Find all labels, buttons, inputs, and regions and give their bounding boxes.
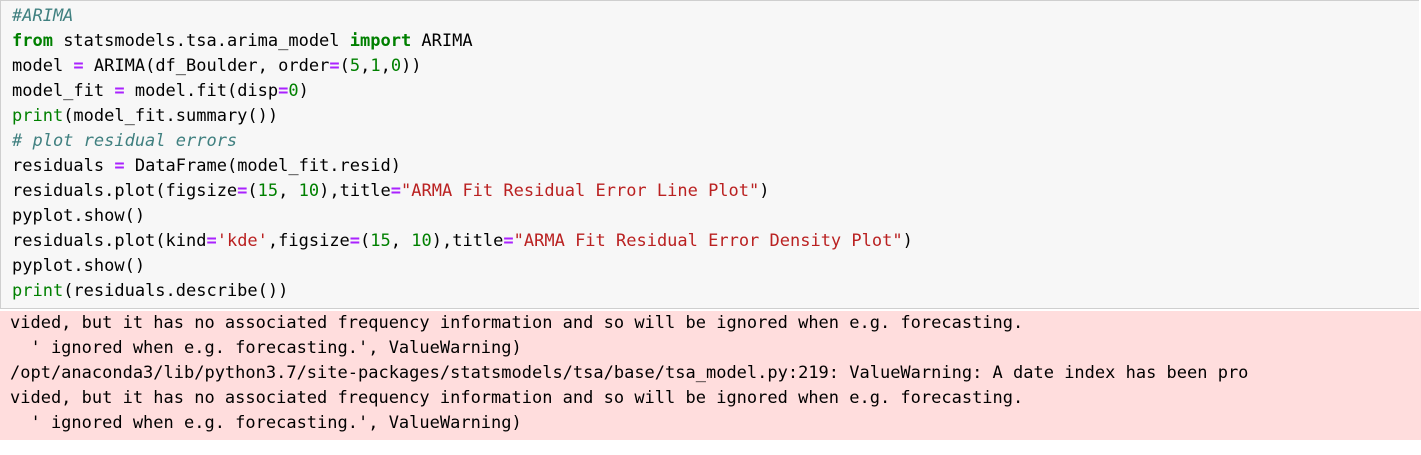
code-line: residuals.plot(kind='kde',figsize=(15, 1… bbox=[12, 229, 913, 254]
code-token: residuals.plot(kind bbox=[12, 231, 207, 251]
code-line: residuals.plot(figsize=(15, 10),title="A… bbox=[12, 179, 770, 204]
code-token: ),title bbox=[431, 231, 504, 251]
code-token: , bbox=[278, 181, 299, 201]
code-line: model_fit = model.fit(disp=0) bbox=[12, 79, 309, 104]
code-token: (model_fit.summary()) bbox=[63, 106, 279, 126]
code-token: ( bbox=[339, 56, 350, 76]
code-token: )) bbox=[401, 56, 422, 76]
code-line: model = ARIMA(df_Boulder, order=(5,1,0)) bbox=[12, 54, 422, 79]
notebook: #ARIMA from statsmodels.tsa.arima_model i… bbox=[0, 0, 1421, 455]
code-line: print(residuals.describe()) bbox=[12, 279, 288, 304]
code-token: 0 bbox=[288, 81, 299, 101]
code-token: import bbox=[349, 31, 412, 51]
code-token: ) bbox=[759, 181, 770, 201]
code-token: from bbox=[12, 31, 53, 51]
code-token: = bbox=[349, 231, 361, 251]
code-token: ),title bbox=[319, 181, 391, 201]
code-token: 15 bbox=[257, 181, 279, 201]
code-token: = bbox=[390, 181, 402, 201]
code-token: = bbox=[73, 56, 84, 76]
code-token: = bbox=[503, 231, 514, 251]
code-token: pyplot.show() bbox=[12, 206, 146, 226]
code-token: ( bbox=[360, 231, 371, 251]
code-token: = bbox=[329, 56, 340, 76]
code-token: pyplot.show() bbox=[12, 256, 146, 276]
code-token: ) bbox=[902, 231, 913, 251]
code-token: print bbox=[12, 281, 64, 301]
code-token: (residuals.describe()) bbox=[63, 281, 289, 301]
code-token: print bbox=[12, 106, 64, 126]
stderr-output: vided, but it has no associated frequenc… bbox=[0, 311, 1421, 440]
code-token: model bbox=[12, 56, 74, 76]
code-token: , bbox=[380, 56, 391, 76]
code-line: print(model_fit.summary()) bbox=[12, 104, 278, 129]
code-token: 5 bbox=[349, 56, 361, 76]
code-token: ,figsize bbox=[267, 231, 350, 251]
code-token: model.fit(disp bbox=[124, 81, 279, 101]
code-token: = bbox=[114, 81, 125, 101]
code-token: ( bbox=[247, 181, 258, 201]
stderr-line: ' ignored when e.g. forecasting.', Value… bbox=[10, 413, 522, 433]
code-token: = bbox=[114, 156, 125, 176]
code-token: residuals bbox=[12, 156, 115, 176]
code-token: "ARMA Fit Residual Error Line Plot" bbox=[401, 181, 760, 201]
code-token: 1 bbox=[370, 56, 381, 76]
code-token: "ARMA Fit Residual Error Density Plot" bbox=[513, 231, 903, 251]
code-token: = bbox=[237, 181, 248, 201]
code-token: ARIMA(df_Boulder, order bbox=[83, 56, 330, 76]
code-token: statsmodels.tsa.arima_model bbox=[52, 31, 350, 51]
stderr-line: vided, but it has no associated frequenc… bbox=[10, 313, 1024, 333]
code-token: ARIMA bbox=[411, 31, 473, 51]
code-token: 10 bbox=[411, 231, 432, 251]
code-token: , bbox=[390, 231, 412, 251]
code-token: #ARIMA bbox=[12, 6, 74, 26]
code-line: # plot residual errors bbox=[12, 129, 237, 154]
code-token: DataFrame(model_fit.resid) bbox=[124, 156, 401, 176]
code-token: 0 bbox=[390, 56, 402, 76]
code-token: residuals.plot(figsize bbox=[12, 181, 238, 201]
code-line: residuals = DataFrame(model_fit.resid) bbox=[12, 154, 401, 179]
code-cell-input[interactable]: #ARIMA from statsmodels.tsa.arima_model i… bbox=[0, 0, 1419, 309]
stderr-line: vided, but it has no associated frequenc… bbox=[10, 388, 1024, 408]
code-line: pyplot.show() bbox=[12, 254, 145, 279]
code-token: model_fit bbox=[12, 81, 115, 101]
code-token: = bbox=[206, 231, 217, 251]
code-token: 15 bbox=[370, 231, 391, 251]
code-token: , bbox=[360, 56, 371, 76]
code-token: = bbox=[278, 81, 289, 101]
code-token: 10 bbox=[298, 181, 320, 201]
code-token: # plot residual errors bbox=[12, 131, 238, 151]
stderr-line: ' ignored when e.g. forecasting.', Value… bbox=[10, 338, 522, 358]
code-line: from statsmodels.tsa.arima_model import … bbox=[12, 29, 473, 54]
code-token: 'kde' bbox=[216, 231, 268, 251]
code-line: #ARIMA bbox=[12, 4, 73, 29]
code-token: ) bbox=[298, 81, 309, 101]
stderr-line: /opt/anaconda3/lib/python3.7/site-packag… bbox=[10, 363, 1249, 383]
code-line: pyplot.show() bbox=[12, 204, 145, 229]
